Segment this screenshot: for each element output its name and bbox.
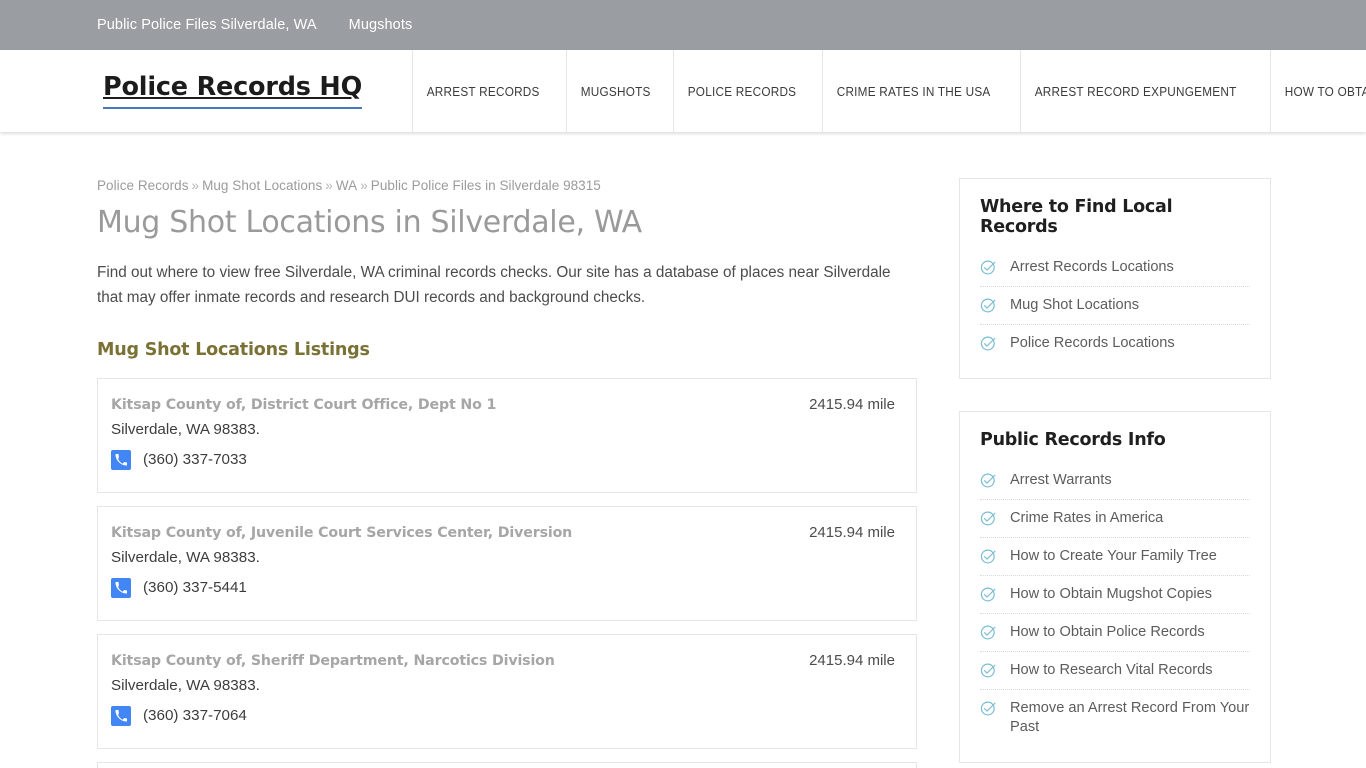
sidebar-link-crime-rates-in-america[interactable]: Crime Rates in America [1010, 509, 1163, 528]
sidebar-link-how-to-create-your-family-tree[interactable]: How to Create Your Family Tree [1010, 547, 1217, 566]
intro-paragraph: Find out where to view free Silverdale, … [97, 263, 891, 306]
brand-area: Police Records HQ [0, 50, 412, 132]
nav-item-crime-rates-in-the-usa[interactable]: CRIME RATES IN THE USA [821, 50, 1004, 132]
nav-item-arrest-records[interactable]: ARREST RECORDS [412, 50, 553, 132]
nav-item-how-to-obtain-public-records[interactable]: HOW TO OBTAIN PUBLIC RECORDS [1270, 50, 1366, 132]
check-circle-icon [980, 510, 997, 527]
check-circle-icon [980, 297, 997, 314]
listing-address: Silverdale, WA 98383. [111, 548, 260, 566]
top-utility-bar: Public Police Files Silverdale, WA Mugsh… [0, 0, 1366, 50]
listing-phone-row: (360) 337-5441 [111, 577, 900, 598]
listing-phone-row: (360) 337-7033 [111, 449, 900, 470]
listing-card[interactable]: Kitsap County of, Juvenile Court Service… [97, 505, 917, 621]
listing-address: Silverdale, WA 98383. [111, 420, 260, 438]
sidebar-link-how-to-obtain-mugshot-copies[interactable]: How to Obtain Mugshot Copies [1010, 585, 1212, 604]
widget-list: Arrest Records Locations Mug Shot Locati… [980, 249, 1250, 362]
check-circle-icon [980, 259, 997, 276]
phone-icon [111, 705, 131, 726]
listing-distance: 2415.94 mile [809, 395, 895, 413]
breadcrumb-item-current: Public Police Files in Silverdale 98315 [370, 178, 601, 193]
list-item[interactable]: Arrest Records Locations [980, 249, 1250, 287]
sidebar-link-how-to-research-vital-records[interactable]: How to Research Vital Records [1010, 661, 1213, 680]
listing-card[interactable]: Kitsap County of, Sheriff Department, Na… [97, 633, 917, 749]
sidebar-link-mug-shot-locations[interactable]: Mug Shot Locations [1010, 296, 1139, 315]
topbar-link-public-police-files[interactable]: Public Police Files Silverdale, WA [97, 17, 317, 33]
widget-where-to-find-local-records: Where to Find Local Records Arrest Recor… [959, 178, 1271, 379]
list-item[interactable]: How to Obtain Police Records [980, 614, 1250, 652]
widget-title: Public Records Info [980, 430, 1166, 450]
main-navigation: ARREST RECORDS MUGSHOTS POLICE RECORDS C… [412, 50, 1366, 132]
list-item[interactable]: How to Create Your Family Tree [980, 538, 1250, 576]
site-logo[interactable]: Police Records HQ [103, 73, 362, 109]
phone-icon [111, 449, 131, 470]
sidebar-link-arrest-records-locations[interactable]: Arrest Records Locations [1010, 258, 1174, 277]
site-header: Police Records HQ ARREST RECORDS MUGSHOT… [0, 50, 1366, 132]
listing-phone-number[interactable]: (360) 337-5441 [143, 579, 247, 596]
phone-icon [111, 577, 131, 598]
listing-card[interactable]: Kitsap Regional Library, Poulsbo Library… [97, 761, 917, 768]
breadcrumb-separator: » [191, 178, 200, 193]
section-title-listings: Mug Shot Locations Listings [97, 339, 370, 360]
widget-public-records-info: Public Records Info Arrest Warrants Crim… [959, 411, 1271, 763]
listing-header: Kitsap County of, Juvenile Court Service… [111, 524, 900, 541]
widget-list: Arrest Warrants Crime Rates in America H… [980, 462, 1250, 746]
main-content: Police Records» Mug Shot Locations» WA» Pub… [97, 178, 917, 768]
check-circle-icon [980, 548, 997, 565]
listing-name-link[interactable]: Kitsap County of, Sheriff Department, Na… [111, 653, 555, 669]
listing-distance: 2415.94 mile [809, 523, 895, 541]
page-body: Police Records» Mug Shot Locations» WA» Pub… [0, 132, 1366, 768]
breadcrumb-item-mug-shot-locations[interactable]: Mug Shot Locations [202, 178, 322, 193]
listing-header: Kitsap County of, District Court Office,… [111, 396, 900, 413]
sidebar-link-police-records-locations[interactable]: Police Records Locations [1010, 334, 1175, 353]
check-circle-icon [980, 624, 997, 641]
check-circle-icon [980, 700, 997, 717]
listing-name-link[interactable]: Kitsap County of, District Court Office,… [111, 397, 496, 413]
check-circle-icon [980, 586, 997, 603]
sidebar: Where to Find Local Records Arrest Recor… [959, 178, 1271, 768]
topbar-link-mugshots[interactable]: Mugshots [349, 17, 413, 33]
nav-item-mugshots[interactable]: MUGSHOTS [565, 50, 664, 132]
check-circle-icon [980, 662, 997, 679]
list-item[interactable]: How to Obtain Mugshot Copies [980, 576, 1250, 614]
page-title: Mug Shot Locations in Silverdale, WA [97, 205, 642, 240]
breadcrumb-separator: » [325, 178, 333, 193]
nav-item-police-records[interactable]: POLICE RECORDS [672, 50, 810, 132]
listing-header: Kitsap County of, Sheriff Department, Na… [111, 652, 900, 669]
sidebar-link-remove-an-arrest-record-from-your-past[interactable]: Remove an Arrest Record From Your Past [1010, 699, 1250, 737]
sidebar-link-how-to-obtain-police-records[interactable]: How to Obtain Police Records [1010, 623, 1205, 642]
breadcrumb-item-wa[interactable]: WA [336, 178, 357, 193]
list-item[interactable]: Crime Rates in America [980, 500, 1250, 538]
listing-phone-number[interactable]: (360) 337-7064 [143, 707, 247, 724]
breadcrumb-separator: » [360, 178, 368, 193]
breadcrumb: Police Records» Mug Shot Locations» WA» Pub… [97, 178, 917, 193]
listing-name-link[interactable]: Kitsap County of, Juvenile Court Service… [111, 525, 572, 541]
listing-card[interactable]: Kitsap County of, District Court Office,… [97, 377, 917, 493]
list-item[interactable]: How to Research Vital Records [980, 652, 1250, 690]
list-item[interactable]: Police Records Locations [980, 325, 1250, 362]
check-circle-icon [980, 335, 997, 352]
check-circle-icon [980, 472, 997, 489]
listing-phone-row: (360) 337-7064 [111, 705, 900, 726]
sidebar-link-arrest-warrants[interactable]: Arrest Warrants [1010, 471, 1112, 490]
nav-item-arrest-record-expungement[interactable]: ARREST RECORD EXPUNGEMENT [1019, 50, 1250, 132]
widget-title: Where to Find Local Records [980, 197, 1173, 237]
listing-phone-number[interactable]: (360) 337-7033 [143, 451, 247, 468]
breadcrumb-item-police-records[interactable]: Police Records [97, 178, 189, 193]
list-item[interactable]: Mug Shot Locations [980, 287, 1250, 325]
list-item[interactable]: Remove an Arrest Record From Your Past [980, 690, 1250, 746]
list-item[interactable]: Arrest Warrants [980, 462, 1250, 500]
listing-address: Silverdale, WA 98383. [111, 676, 260, 694]
listing-distance: 2415.94 mile [809, 651, 895, 669]
